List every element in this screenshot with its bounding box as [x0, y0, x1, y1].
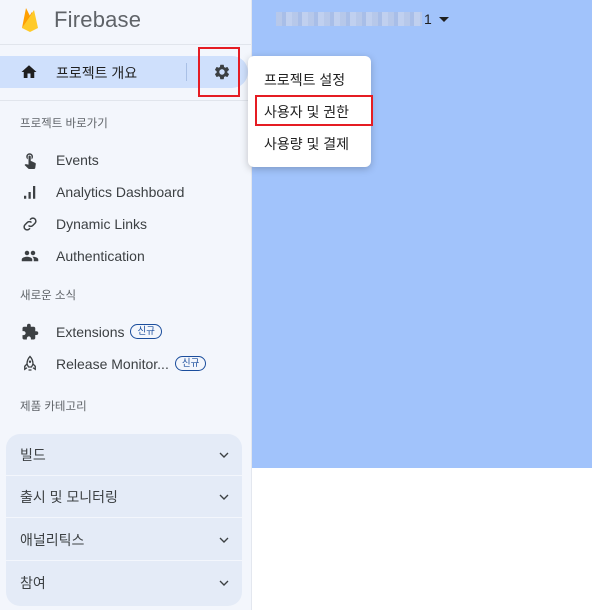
shortcut-label: Authentication: [56, 248, 145, 264]
project-selector[interactable]: 1: [276, 10, 449, 28]
shortcut-label: Events: [56, 152, 99, 168]
people-icon: [20, 246, 40, 266]
menu-item-project-settings[interactable]: 프로젝트 설정: [248, 64, 371, 96]
category-label: 애널리틱스: [20, 531, 85, 548]
brand-name: Firebase: [54, 7, 142, 32]
product-categories: 빌드 출시 및 모니터링 애널리틱스 참여: [6, 434, 242, 606]
news-release-monitor[interactable]: Release Monitor... 신규: [0, 352, 252, 376]
chevron-down-icon: [219, 494, 229, 500]
news-extensions[interactable]: Extensions 신규: [0, 320, 252, 344]
news-label-text: Release Monitor...: [56, 355, 169, 372]
users-permissions-highlight-box: [255, 95, 373, 126]
category-engage[interactable]: 참여: [6, 562, 242, 604]
shortcut-label: Analytics Dashboard: [56, 184, 185, 200]
home-icon: [21, 65, 37, 78]
category-release-monitor[interactable]: 출시 및 모니터링: [6, 476, 242, 518]
rocket-icon: [20, 354, 40, 374]
touch-icon: [20, 150, 40, 170]
category-analytics[interactable]: 애널리틱스: [6, 519, 242, 561]
bar-chart-icon: [20, 182, 40, 202]
firebase-logo-icon: [22, 8, 38, 32]
news-section-title: 새로운 소식: [20, 290, 77, 302]
menu-item-usage-billing[interactable]: 사용량 및 결제: [248, 128, 371, 160]
divider: [186, 63, 187, 81]
puzzle-icon: [20, 322, 40, 342]
link-icon: [20, 214, 40, 234]
news-label-text: Extensions: [56, 323, 125, 340]
redacted-project-name: [276, 12, 422, 26]
project-name-suffix: 1: [424, 11, 432, 27]
category-label: 출시 및 모니터링: [20, 488, 118, 505]
chevron-down-icon: [219, 537, 229, 543]
news-label: Release Monitor... 신규: [56, 355, 207, 373]
shortcut-analytics-dashboard[interactable]: Analytics Dashboard: [0, 180, 252, 204]
new-badge: 신규: [174, 356, 207, 372]
news-label: Extensions 신규: [56, 324, 162, 341]
menu-item-label: 프로젝트 설정: [264, 72, 346, 88]
divider: [0, 44, 251, 45]
divider: [0, 100, 251, 101]
caret-down-icon: [438, 16, 449, 22]
gear-highlight-box: [198, 47, 240, 97]
shortcut-label: Dynamic Links: [56, 216, 148, 232]
shortcut-events[interactable]: Events: [0, 148, 252, 172]
shortcuts-section-title: 프로젝트 바로가기: [20, 118, 108, 130]
chevron-down-icon: [219, 452, 229, 458]
chevron-down-icon: [219, 580, 229, 586]
project-overview-label: 프로젝트 개요: [56, 65, 138, 81]
menu-item-label: 사용량 및 결제: [264, 136, 350, 152]
brand[interactable]: Firebase: [20, 6, 141, 34]
category-label: 참여: [20, 575, 46, 591]
shortcut-authentication[interactable]: Authentication: [0, 244, 252, 268]
new-badge: 신규: [130, 324, 162, 340]
categories-section-title: 제품 카테고리: [20, 401, 87, 413]
category-label: 빌드: [20, 446, 46, 463]
category-build[interactable]: 빌드: [6, 434, 242, 476]
shortcut-dynamic-links[interactable]: Dynamic Links: [0, 212, 252, 236]
